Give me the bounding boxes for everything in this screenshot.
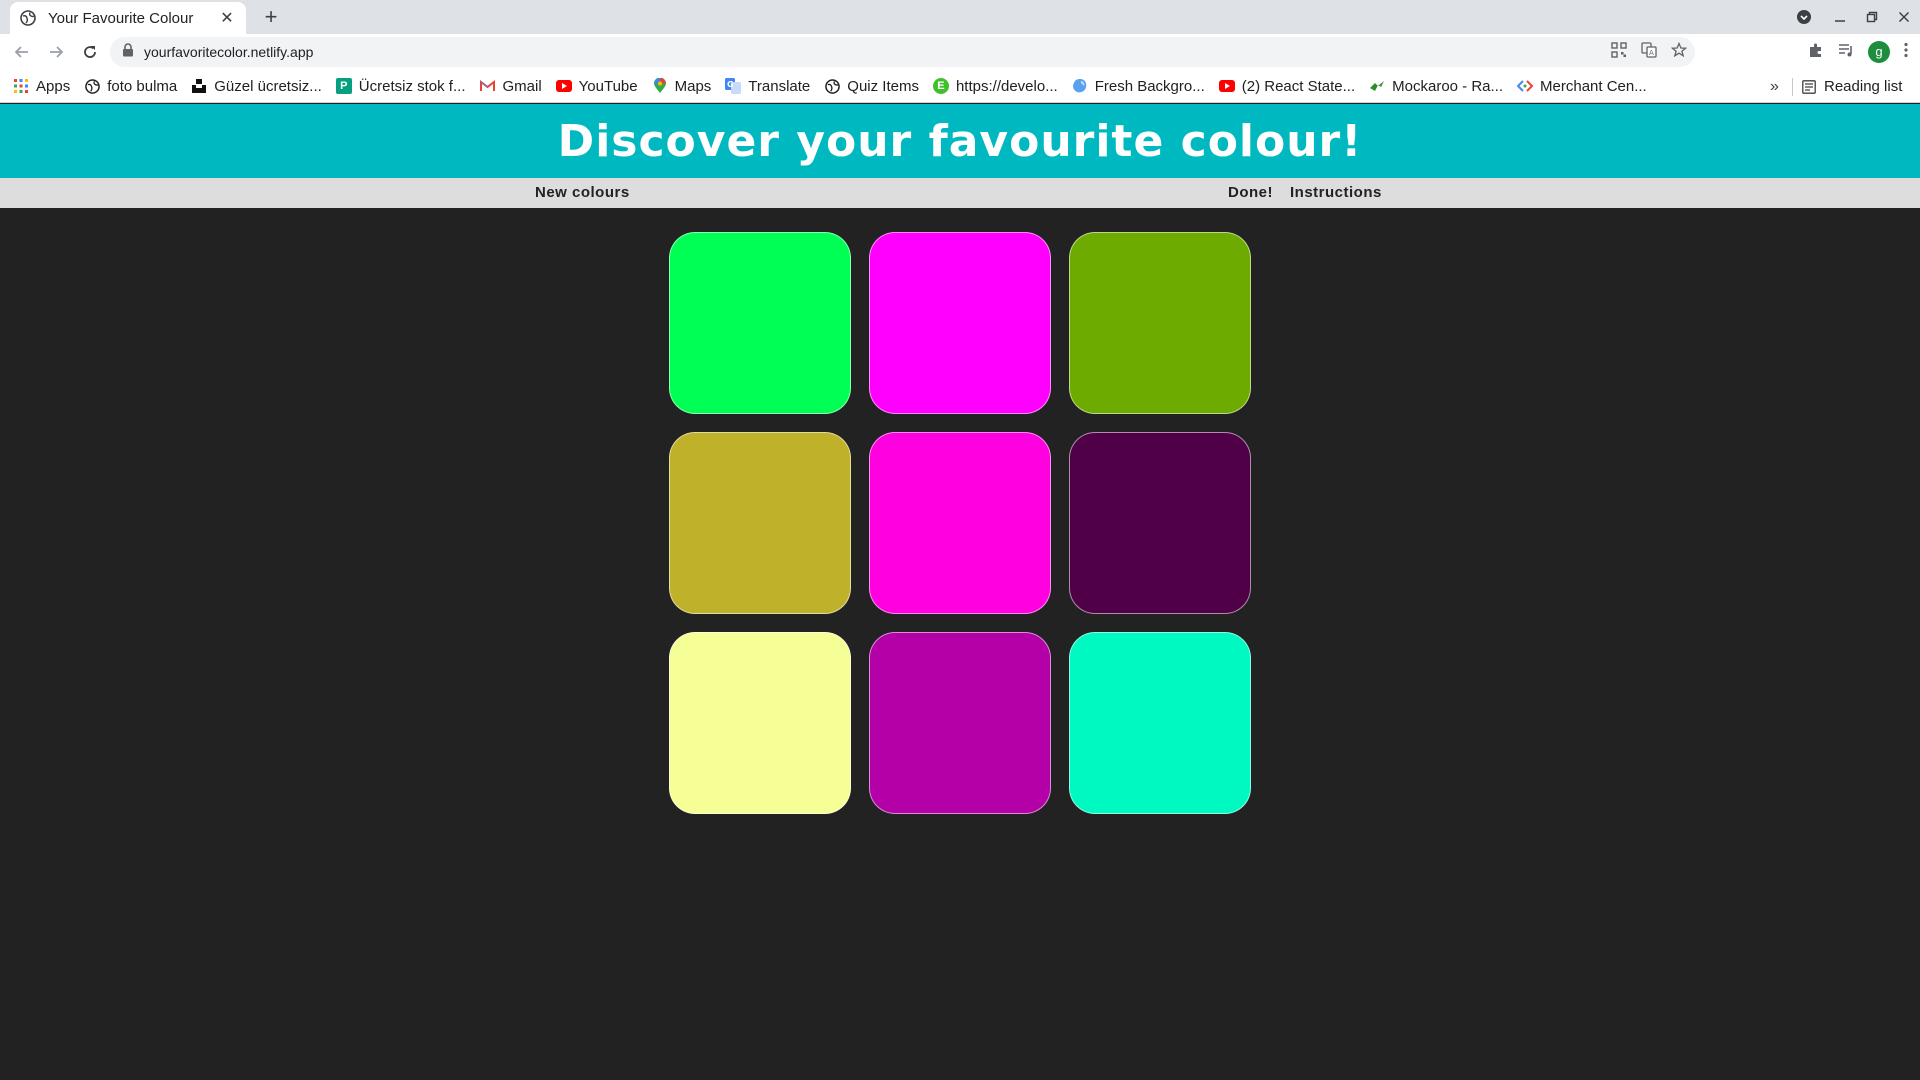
colour-swatch[interactable] — [669, 232, 851, 414]
globe-icon — [20, 10, 36, 26]
close-window-icon[interactable] — [1888, 0, 1920, 34]
bookmark-fresh-backgrounds[interactable]: Fresh Backgro... — [1072, 72, 1212, 100]
browser-tab-bar: Your Favourite Colour ✕ + — [0, 0, 1920, 34]
colour-swatch[interactable] — [869, 632, 1051, 814]
reading-list-icon — [1802, 79, 1816, 94]
tab-title: Your Favourite Colour — [48, 9, 194, 27]
extension-area: g — [1808, 34, 1908, 70]
done-button[interactable]: Done! — [1228, 178, 1273, 208]
tab-search-icon[interactable] — [1788, 0, 1820, 34]
colour-swatch[interactable] — [869, 432, 1051, 614]
bookmark-apps[interactable]: Apps — [13, 72, 77, 100]
bookmark-react-state[interactable]: (2) React State... — [1218, 72, 1362, 100]
colour-swatch[interactable] — [669, 632, 851, 814]
bookmark-develo[interactable]: E https://develo... — [932, 72, 1065, 100]
qr-code-icon[interactable] — [1611, 41, 1627, 63]
back-icon[interactable] — [6, 36, 38, 68]
bookmarks-divider — [1792, 78, 1793, 96]
bookmark-label: (2) React State... — [1241, 77, 1356, 95]
translate-page-icon[interactable]: A — [1641, 41, 1657, 63]
bookmark-quiz-items[interactable]: Quiz Items — [824, 72, 926, 100]
bookmark-foto-bulma[interactable]: foto bulma — [84, 72, 184, 100]
unsplash-icon — [191, 78, 207, 94]
colour-swatch[interactable] — [1069, 632, 1251, 814]
globe-icon — [824, 78, 840, 94]
page-header: Discover your favourite colour! — [0, 104, 1920, 178]
bookmark-label: YouTube — [578, 77, 638, 95]
bookmark-guzel-ucretsiz[interactable]: Güzel ücretsiz... — [191, 72, 329, 100]
bookmark-label: Merchant Cen... — [1540, 77, 1647, 95]
more-bookmarks-chevron-icon[interactable]: » — [1770, 70, 1779, 103]
restore-icon[interactable] — [1856, 0, 1888, 34]
bookmark-label: Quiz Items — [847, 77, 919, 95]
browser-menu-icon[interactable] — [1904, 42, 1908, 63]
address-bar[interactable]: yourfavoritecolor.netlify.app A — [110, 37, 1695, 67]
media-playlist-icon[interactable] — [1838, 42, 1854, 63]
maps-pin-icon — [652, 78, 668, 94]
bookmark-label: Fresh Backgro... — [1094, 77, 1205, 95]
bookmark-label: Apps — [36, 77, 71, 95]
browser-tab[interactable]: Your Favourite Colour ✕ — [10, 2, 246, 34]
page-title: Discover your favourite colour! — [557, 115, 1363, 167]
merchant-icon — [1517, 78, 1534, 94]
new-colours-button[interactable]: New colours — [535, 178, 630, 208]
bookmark-star-icon[interactable] — [1670, 41, 1688, 63]
bookmark-label: Maps — [674, 77, 712, 95]
menu-bar: New colours Done! Instructions — [0, 178, 1920, 208]
colour-swatch[interactable] — [669, 432, 851, 614]
youtube-icon — [1218, 78, 1235, 94]
bookmark-youtube[interactable]: YouTube — [555, 72, 645, 100]
translate-icon: G — [725, 78, 742, 94]
window-controls — [1788, 0, 1920, 34]
colour-grid — [669, 232, 1251, 814]
new-tab-button[interactable]: + — [258, 4, 284, 30]
extensions-puzzle-icon[interactable] — [1808, 42, 1824, 63]
bookmark-label: Gmail — [502, 77, 542, 95]
address-bar-actions: A — [1611, 37, 1688, 67]
bookmark-label: foto bulma — [107, 77, 178, 95]
mockaroo-icon — [1369, 78, 1385, 94]
bookmark-maps[interactable]: Maps — [652, 72, 719, 100]
bookmark-translate[interactable]: G Translate — [725, 72, 817, 100]
profile-avatar[interactable]: g — [1868, 41, 1890, 63]
bookmark-gmail[interactable]: Gmail — [479, 72, 548, 100]
bookmark-label: Ücretsiz stok f... — [358, 77, 466, 95]
gmail-icon — [479, 78, 495, 94]
youtube-icon — [555, 78, 572, 94]
bookmark-label: Güzel ücretsiz... — [214, 77, 322, 95]
globe-icon — [84, 78, 100, 94]
reading-list-label: Reading list — [1824, 78, 1903, 95]
browser-toolbar: yourfavoritecolor.netlify.app A g — [0, 34, 1920, 70]
minimize-icon[interactable] — [1824, 0, 1856, 34]
e-icon: E — [932, 78, 949, 94]
lock-icon[interactable] — [122, 42, 134, 62]
pexels-icon: P — [335, 78, 352, 94]
svg-text:G: G — [727, 80, 734, 89]
reload-icon[interactable] — [74, 36, 106, 68]
bookmark-ucretsiz-stok[interactable]: P Ücretsiz stok f... — [335, 72, 473, 100]
bookmark-label: Mockaroo - Ra... — [1392, 77, 1504, 95]
instructions-button[interactable]: Instructions — [1290, 178, 1382, 208]
blob-icon — [1072, 78, 1088, 94]
colour-swatch[interactable] — [869, 232, 1051, 414]
bookmark-label: Translate — [748, 77, 811, 95]
colour-swatch[interactable] — [1069, 432, 1251, 614]
reading-list-button[interactable]: Reading list — [1802, 70, 1902, 103]
bookmark-label: https://develo... — [955, 77, 1058, 95]
colour-swatch[interactable] — [1069, 232, 1251, 414]
apps-grid-icon — [13, 78, 29, 94]
svg-text:A: A — [1649, 49, 1654, 57]
bookmarks-bar: Apps foto bulma Güzel ücretsiz... P Ücre… — [0, 70, 1920, 103]
bookmark-mockaroo[interactable]: Mockaroo - Ra... — [1369, 72, 1510, 100]
url-text: yourfavoritecolor.netlify.app — [144, 44, 314, 60]
bookmark-merchant-center[interactable]: Merchant Cen... — [1517, 72, 1654, 100]
forward-icon[interactable] — [40, 36, 72, 68]
close-tab-icon[interactable]: ✕ — [218, 8, 236, 28]
